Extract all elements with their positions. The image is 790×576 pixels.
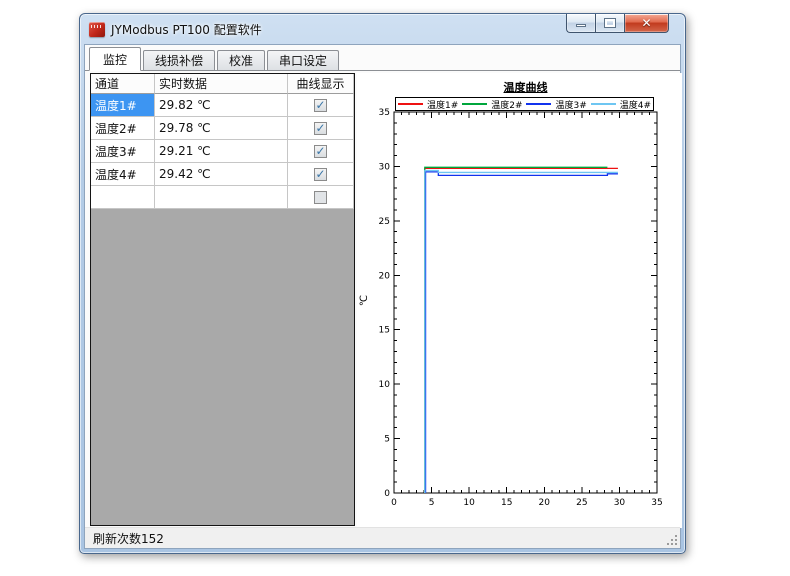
table-row: 温度1# 29.82 ℃ ✓ <box>91 94 354 117</box>
app-window: JYModbus PT100 配置软件 ✕ 监控 线损补偿 校准 串口设定 通道… <box>79 13 686 554</box>
tab-label: 校准 <box>229 52 253 69</box>
tab-bar: 监控 线损补偿 校准 串口设定 <box>85 47 680 71</box>
svg-text:10: 10 <box>379 380 391 390</box>
table-header-row: 通道 实时数据 曲线显示 <box>91 74 354 94</box>
value-cell[interactable]: 29.78 ℃ <box>155 117 288 140</box>
checkbox-cell: ✓ <box>288 94 354 117</box>
maximize-icon <box>605 19 615 27</box>
svg-text:15: 15 <box>379 326 390 336</box>
chart-panel: 温度曲线 温度1# 温度2# 温度3# 温度4# ℃ 0510152025303… <box>357 73 682 528</box>
header-realtime-data[interactable]: 实时数据 <box>155 74 288 94</box>
app-icon <box>89 22 105 37</box>
svg-text:35: 35 <box>651 498 662 508</box>
tab-label: 线损补偿 <box>155 52 203 69</box>
table-row <box>91 186 354 209</box>
svg-text:15: 15 <box>501 498 512 508</box>
tab-serial-settings[interactable]: 串口设定 <box>267 50 339 70</box>
minimize-button[interactable] <box>566 14 595 33</box>
channel-table: 通道 实时数据 曲线显示 温度1# 29.82 ℃ ✓ 温度2# 29.78 ℃… <box>90 73 355 526</box>
svg-text:35: 35 <box>379 108 390 118</box>
value-cell[interactable] <box>155 186 288 209</box>
table-row: 温度4# 29.42 ℃ ✓ <box>91 163 354 186</box>
channel-cell[interactable]: 温度3# <box>91 140 155 163</box>
checkbox-cell: ✓ <box>288 117 354 140</box>
table-row: 温度3# 29.21 ℃ ✓ <box>91 140 354 163</box>
resize-grip[interactable] <box>666 534 677 545</box>
client-area: 监控 线损补偿 校准 串口设定 通道 实时数据 曲线显示 温度1# 29.82 … <box>84 44 681 549</box>
value-cell[interactable]: 29.42 ℃ <box>155 163 288 186</box>
tab-label: 串口设定 <box>279 52 327 69</box>
minimize-icon <box>576 24 586 27</box>
svg-text:25: 25 <box>576 498 587 508</box>
tab-calibration[interactable]: 校准 <box>217 50 265 70</box>
series-line <box>425 171 618 493</box>
svg-text:0: 0 <box>384 489 390 499</box>
checkbox-cell <box>288 186 354 209</box>
curve-display-checkbox[interactable]: ✓ <box>314 99 327 112</box>
svg-text:5: 5 <box>429 498 435 508</box>
channel-cell[interactable]: 温度2# <box>91 117 155 140</box>
svg-text:0: 0 <box>391 498 397 508</box>
table-row: 温度2# 29.78 ℃ ✓ <box>91 117 354 140</box>
close-button[interactable]: ✕ <box>624 14 669 33</box>
curve-display-checkbox[interactable]: ✓ <box>314 122 327 135</box>
close-icon: ✕ <box>641 16 651 30</box>
channel-cell[interactable] <box>91 186 155 209</box>
checkbox-cell: ✓ <box>288 163 354 186</box>
tab-line-loss-compensation[interactable]: 线损补偿 <box>143 50 215 70</box>
header-curve-display[interactable]: 曲线显示 <box>288 74 354 94</box>
svg-text:20: 20 <box>539 498 551 508</box>
curve-display-checkbox[interactable]: ✓ <box>314 145 327 158</box>
svg-text:30: 30 <box>379 162 391 172</box>
svg-text:5: 5 <box>384 435 390 445</box>
checkbox-cell: ✓ <box>288 140 354 163</box>
series-line <box>425 168 618 493</box>
value-cell[interactable]: 29.82 ℃ <box>155 94 288 117</box>
svg-text:10: 10 <box>463 498 475 508</box>
svg-text:30: 30 <box>614 498 626 508</box>
tab-label: 监控 <box>103 51 127 68</box>
window-title: JYModbus PT100 配置软件 <box>111 21 262 38</box>
channel-cell[interactable]: 温度4# <box>91 163 155 186</box>
svg-text:20: 20 <box>379 271 391 281</box>
refresh-count-text: 刷新次数152 <box>93 530 164 547</box>
channel-cell[interactable]: 温度1# <box>91 94 155 117</box>
curve-display-checkbox[interactable]: ✓ <box>314 168 327 181</box>
maximize-button[interactable] <box>595 14 624 33</box>
window-controls: ✕ <box>566 14 669 33</box>
header-channel[interactable]: 通道 <box>91 74 155 94</box>
series-line <box>426 172 618 493</box>
temperature-chart: 0 5 10 15 20 25 30 35 0 5 10 15 20 25 30 35 <box>357 73 682 528</box>
curve-display-checkbox[interactable] <box>314 191 327 204</box>
svg-text:25: 25 <box>379 217 390 227</box>
series-line <box>425 167 608 493</box>
tab-monitor[interactable]: 监控 <box>89 47 141 71</box>
value-cell[interactable]: 29.21 ℃ <box>155 140 288 163</box>
status-bar: 刷新次数152 <box>85 527 680 548</box>
